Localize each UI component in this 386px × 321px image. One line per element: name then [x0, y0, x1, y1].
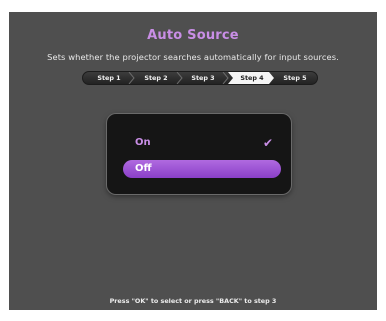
step-2: Step 2: [144, 74, 168, 82]
option-on[interactable]: On ✔: [123, 134, 281, 152]
checkmark-icon: ✔: [262, 136, 273, 150]
step-1: Step 1: [97, 74, 121, 82]
page-subtitle: Sets whether the projector searches auto…: [47, 52, 339, 62]
option-off[interactable]: Off: [123, 160, 281, 178]
option-on-label: On: [135, 137, 151, 148]
auto-source-options-panel: On ✔ Off: [107, 114, 291, 194]
projector-screen: Auto Source Sets whether the projector s…: [9, 12, 377, 310]
option-off-label: Off: [135, 163, 152, 174]
step-4: Step 4: [240, 74, 264, 82]
page-title: Auto Source: [147, 28, 239, 43]
step-progress-bar: Step 1 Step 2 Step 3 Step 4 Step 5: [82, 71, 318, 85]
footer-hint: Press "OK" to select or press "BACK" to …: [109, 297, 277, 305]
step-5: Step 5: [283, 74, 307, 82]
step-3: Step 3: [191, 74, 215, 82]
